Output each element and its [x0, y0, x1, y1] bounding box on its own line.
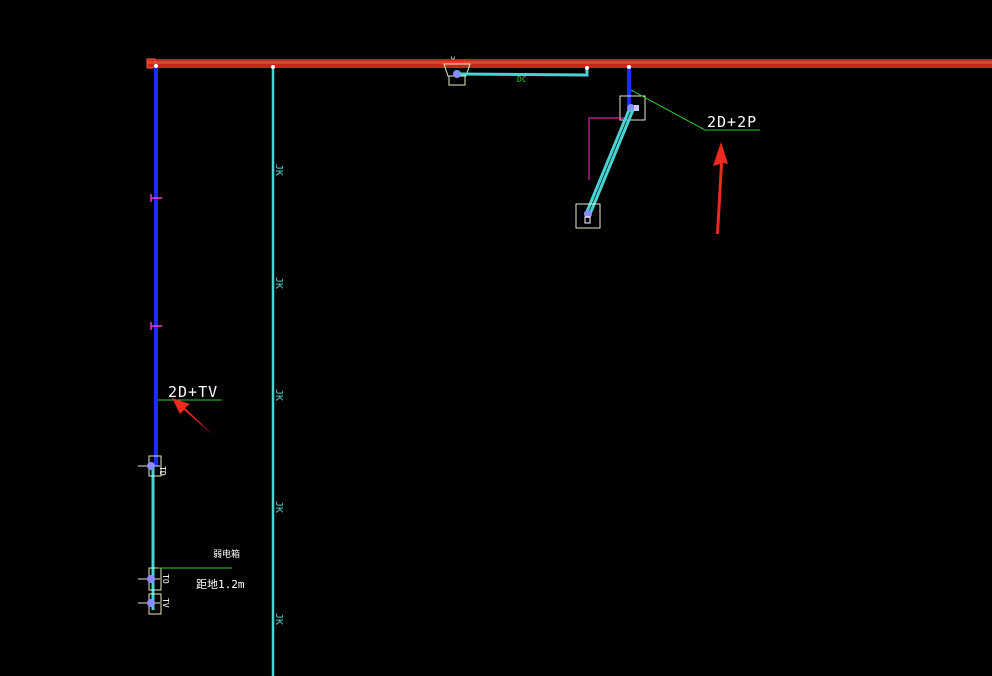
node-tag-td: TD — [158, 466, 167, 476]
cable-mark-jk: JK — [273, 613, 284, 625]
junction-tick: c — [449, 56, 457, 60]
cable-mark-jk: JK — [273, 501, 284, 513]
node-dot — [147, 599, 155, 607]
left-callout: 2D+TV — [158, 383, 222, 401]
cad-drawing: TD TO TV 2D+TV 弱电箱 距地1.2m JK JK JK JK JK c D… — [0, 0, 992, 676]
cable-mark-jk: JK — [273, 277, 284, 289]
node-dot — [147, 462, 155, 470]
node-tag-tv: TV — [161, 598, 170, 608]
pipe-tag: DC — [517, 75, 527, 84]
bottom-lower-label: 距地1.2m — [196, 578, 245, 591]
node-dot — [147, 575, 155, 583]
cable-mark-jk: JK — [273, 389, 284, 401]
right-callout-label: 2D+2P — [707, 113, 757, 131]
bottom-upper-label: 弱电箱 — [213, 548, 240, 560]
node-dot — [453, 70, 461, 78]
node-tag-to: TO — [161, 574, 170, 584]
left-callout-label: 2D+TV — [168, 383, 218, 401]
cable-mark-jk: JK — [273, 164, 284, 176]
